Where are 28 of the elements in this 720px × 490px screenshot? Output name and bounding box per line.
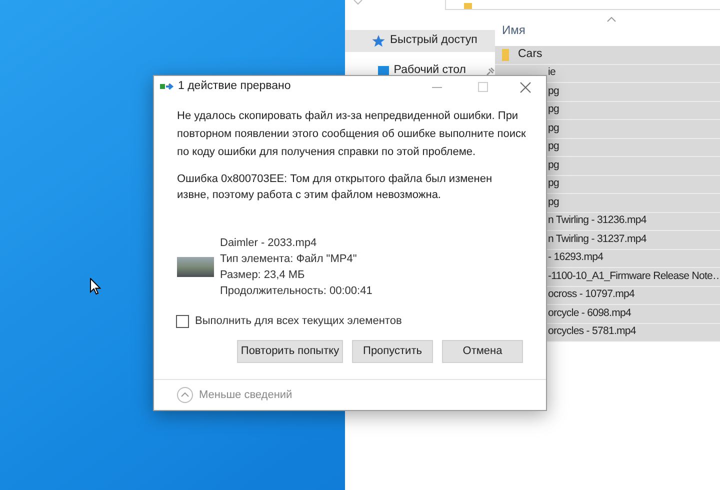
file-detail: Размер: 23,4 МБ <box>220 268 306 284</box>
nav-item[interactable]: Быстрый доступ <box>345 30 495 52</box>
error-message: Не удалось скопировать файл из-за непредвиденной ошибки. При повторном появлении этого сообщения об ошибке выполните поиск по коду ошибки для получения справки по этой проблеме. <box>177 109 526 160</box>
folder-icon <box>502 48 509 61</box>
file-detail: Тип элемента: Файл "MP4" <box>220 252 358 268</box>
column-header[interactable]: Имя <box>502 21 526 39</box>
file-detail: Daimler - 2033.mp4 <box>220 236 318 252</box>
video-thumbnail <box>177 257 214 278</box>
copy-icon <box>160 82 174 92</box>
details-toggle[interactable]: Меньше сведений <box>177 386 292 404</box>
chevron-up-icon <box>177 386 193 403</box>
close-icon[interactable] <box>520 82 531 93</box>
minimize-icon[interactable] <box>432 86 442 88</box>
file-row[interactable]: Cars <box>495 46 720 64</box>
dialog-button[interactable]: Повторить попытку <box>237 340 343 363</box>
pin-icon[interactable] <box>486 66 495 76</box>
error-code-message: Ошибка 0x800703EE: Том для открытого файла был изменен извне, поэтому работа с этим файлом невозможна. <box>177 172 494 204</box>
sort-caret-icon <box>607 17 616 22</box>
address-bar[interactable] <box>445 0 720 10</box>
maximize-icon[interactable] <box>478 82 488 92</box>
mouse-cursor-icon <box>90 278 101 295</box>
star-icon <box>372 35 385 47</box>
dialog-button[interactable]: Отмена <box>442 340 523 363</box>
dialog-button[interactable]: Пропустить <box>352 340 433 363</box>
dialog-title: 1 действие прервано <box>178 79 291 94</box>
file-detail: Продолжительность: 00:00:41 <box>220 284 372 300</box>
apply-all-checkbox[interactable]: Выполнить для всех текущих элементов <box>176 313 526 330</box>
folder-icon <box>464 3 472 9</box>
